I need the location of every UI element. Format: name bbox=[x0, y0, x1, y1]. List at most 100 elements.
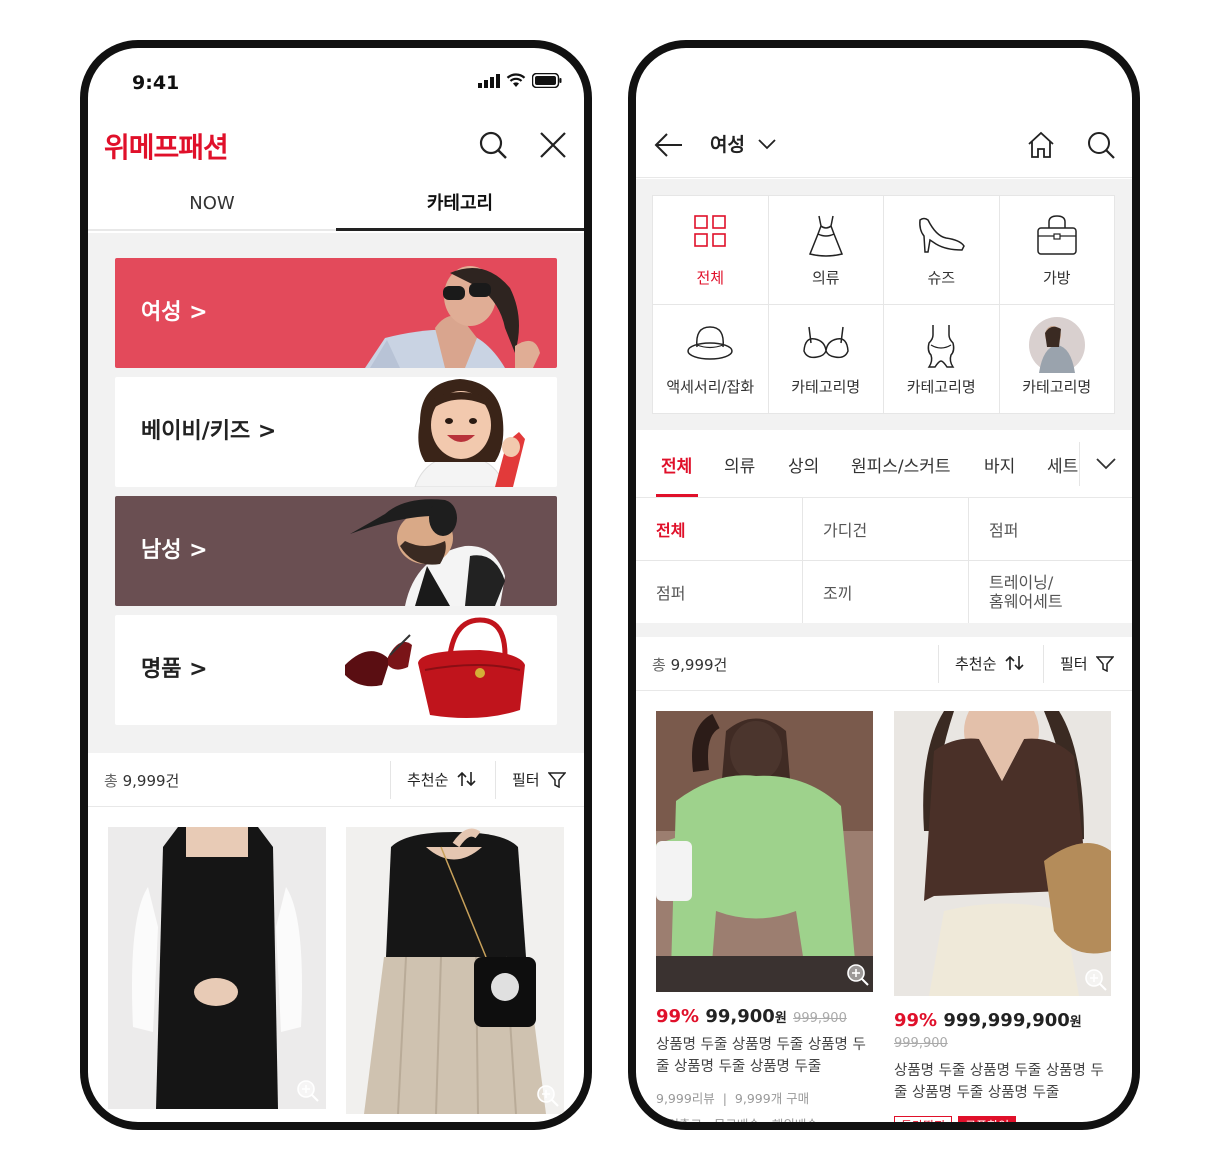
banner-luxury-label: 명품 > bbox=[141, 657, 208, 682]
subcategory-tabs: 전체 의류 상의 원피스/스커트 바지 세트 bbox=[636, 430, 1132, 498]
banner-kids-photo bbox=[414, 379, 525, 487]
category-cell-swimwear[interactable]: 카테고리명 bbox=[884, 305, 999, 413]
badge-special: 특가딱지 bbox=[894, 1116, 953, 1122]
product-price-partial: 99% 99,900원 bbox=[108, 1120, 228, 1122]
battery-icon bbox=[532, 73, 562, 88]
category-cell-lingerie[interactable]: 카테고리명 bbox=[768, 305, 883, 413]
dress-icon bbox=[808, 215, 843, 257]
category-cell-all[interactable]: 전체 bbox=[653, 196, 768, 304]
category-header: 여성 bbox=[636, 112, 1132, 178]
grid-icon bbox=[694, 215, 727, 247]
filter-icon bbox=[547, 772, 568, 789]
tab-category[interactable]: 카테고리 bbox=[336, 176, 584, 231]
subtab-all[interactable]: 전체 bbox=[661, 452, 692, 477]
product-image[interactable] bbox=[656, 711, 873, 992]
subtab-expand[interactable] bbox=[1079, 442, 1132, 486]
product-image[interactable] bbox=[108, 827, 326, 1109]
subcategory-item[interactable]: 전체 bbox=[636, 498, 802, 560]
search-icon[interactable] bbox=[1086, 130, 1116, 160]
sort-bar: 총 9,999건 추천순 필터 bbox=[88, 753, 584, 807]
banner-women-label: 여성 > bbox=[141, 300, 208, 325]
banner-men-photo bbox=[350, 499, 505, 606]
product-stats: 9,999리뷰 | 9,999개 구매 bbox=[656, 1091, 810, 1106]
chevron-down-icon bbox=[1096, 458, 1116, 470]
zoom-icon[interactable] bbox=[1084, 968, 1108, 992]
subtab-clothing[interactable]: 의류 bbox=[724, 452, 755, 477]
banner-luxury[interactable]: 명품 > bbox=[115, 615, 557, 725]
filter-button[interactable]: 필터 bbox=[1043, 645, 1116, 683]
section-divider bbox=[636, 623, 1132, 637]
zoom-icon[interactable] bbox=[536, 1084, 560, 1108]
badge-coupon: 쿠폰할인 bbox=[958, 1116, 1017, 1122]
product-shipping: 당일출고 · 무료배송 · 해외배송 bbox=[656, 1117, 818, 1130]
category-label: 액세서리/잡화 bbox=[666, 378, 755, 396]
handbag-icon bbox=[1037, 215, 1077, 255]
product-original-price: 999,900 bbox=[894, 1036, 948, 1051]
category-cell-bags[interactable]: 가방 bbox=[999, 196, 1114, 304]
banner-luxury-photo bbox=[345, 617, 525, 719]
zoom-icon[interactable] bbox=[296, 1079, 320, 1103]
category-cell-accessories[interactable]: 액세서리/잡화 bbox=[653, 305, 768, 413]
category-cell-shoes[interactable]: 슈즈 bbox=[884, 196, 999, 304]
banner-women[interactable]: 여성 > bbox=[115, 258, 557, 368]
subcategory-item[interactable]: 조끼 bbox=[803, 561, 968, 623]
home-icon[interactable] bbox=[1026, 130, 1056, 160]
heel-shoe-icon bbox=[919, 217, 966, 253]
product-price: 99% 999,999,900원 bbox=[894, 1010, 1082, 1031]
subtab-tops[interactable]: 상의 bbox=[788, 452, 819, 477]
category-label: 전체 bbox=[696, 269, 725, 287]
result-count: 총 9,999건 bbox=[104, 772, 180, 790]
status-icons bbox=[478, 73, 562, 88]
banner-kids[interactable]: 베이비/키즈 > bbox=[115, 377, 557, 487]
product-name[interactable]: 상품명 두줄 상품명 두줄 상품명 두줄 상품명 두줄 상품명 두줄 bbox=[894, 1060, 1108, 1104]
filter-button[interactable]: 필터 bbox=[495, 761, 568, 799]
wifi-icon bbox=[506, 73, 526, 87]
sort-button[interactable]: 추천순 bbox=[938, 645, 1025, 683]
active-tab-indicator bbox=[656, 494, 698, 497]
subcategory-item[interactable]: 가디건 bbox=[803, 498, 968, 560]
category-grid-area: 전체 의류 슈즈 가방 액세서리/잡화 카테고리명 카테고리명 카테고리명 bbox=[636, 179, 1132, 430]
sort-button[interactable]: 추천순 bbox=[390, 761, 477, 799]
result-count: 총 9,999건 bbox=[652, 656, 728, 674]
sort-arrows-icon bbox=[457, 771, 476, 787]
logo[interactable]: 위메프패션 bbox=[104, 126, 229, 166]
banner-men[interactable]: 남성 > bbox=[115, 496, 557, 606]
banner-kids-label: 베이비/키즈 > bbox=[141, 419, 277, 444]
subtab-pants[interactable]: 바지 bbox=[984, 452, 1015, 477]
main-tabs: NOW 카테고리 bbox=[88, 176, 584, 231]
product-image[interactable] bbox=[894, 711, 1111, 996]
category-cell-photo[interactable]: 카테고리명 bbox=[999, 305, 1114, 413]
subcategory-item[interactable]: 점퍼 bbox=[969, 498, 1132, 560]
chevron-down-icon bbox=[757, 139, 776, 150]
category-title[interactable]: 여성 bbox=[710, 130, 776, 157]
product-photo-green-knit bbox=[656, 711, 873, 992]
category-grid: 전체 의류 슈즈 가방 액세서리/잡화 카테고리명 카테고리명 카테고리명 bbox=[652, 195, 1115, 414]
sort-arrows-icon bbox=[1005, 655, 1024, 671]
subcategory-item[interactable]: 점퍼 bbox=[636, 561, 802, 623]
subtab-sets[interactable]: 세트 bbox=[1047, 452, 1078, 477]
filter-icon bbox=[1095, 656, 1116, 673]
status-time: 9:41 bbox=[132, 72, 180, 94]
category-cell-clothing[interactable]: 의류 bbox=[768, 196, 883, 304]
product-photo-black-knit bbox=[346, 827, 564, 1114]
zoom-icon[interactable] bbox=[846, 963, 870, 987]
swimsuit-icon bbox=[927, 325, 955, 368]
banner-men-label: 남성 > bbox=[141, 538, 208, 563]
app-header: 위메프패션 bbox=[88, 112, 584, 176]
product-photo-brown-knit bbox=[894, 711, 1111, 996]
bra-icon bbox=[802, 326, 849, 359]
tab-now[interactable]: NOW bbox=[88, 176, 336, 231]
close-icon[interactable] bbox=[538, 130, 568, 160]
category-label: 슈즈 bbox=[927, 269, 956, 287]
product-image[interactable] bbox=[346, 827, 564, 1114]
sort-bar: 총 9,999건 추천순 필터 bbox=[636, 637, 1132, 691]
subcategory-item[interactable]: 트레이닝/ 홈웨어세트 bbox=[969, 561, 1132, 623]
status-bar: 9:41 bbox=[88, 48, 584, 112]
banner-women-photo bbox=[365, 266, 540, 368]
signal-icon bbox=[478, 73, 500, 88]
category-label: 카테고리명 bbox=[906, 378, 976, 396]
back-arrow-icon[interactable] bbox=[654, 132, 684, 158]
search-icon[interactable] bbox=[478, 130, 508, 160]
product-name[interactable]: 상품명 두줄 상품명 두줄 상품명 두줄 상품명 두줄 상품명 두줄 bbox=[656, 1034, 870, 1078]
subtab-dresses[interactable]: 원피스/스커트 bbox=[851, 452, 951, 477]
